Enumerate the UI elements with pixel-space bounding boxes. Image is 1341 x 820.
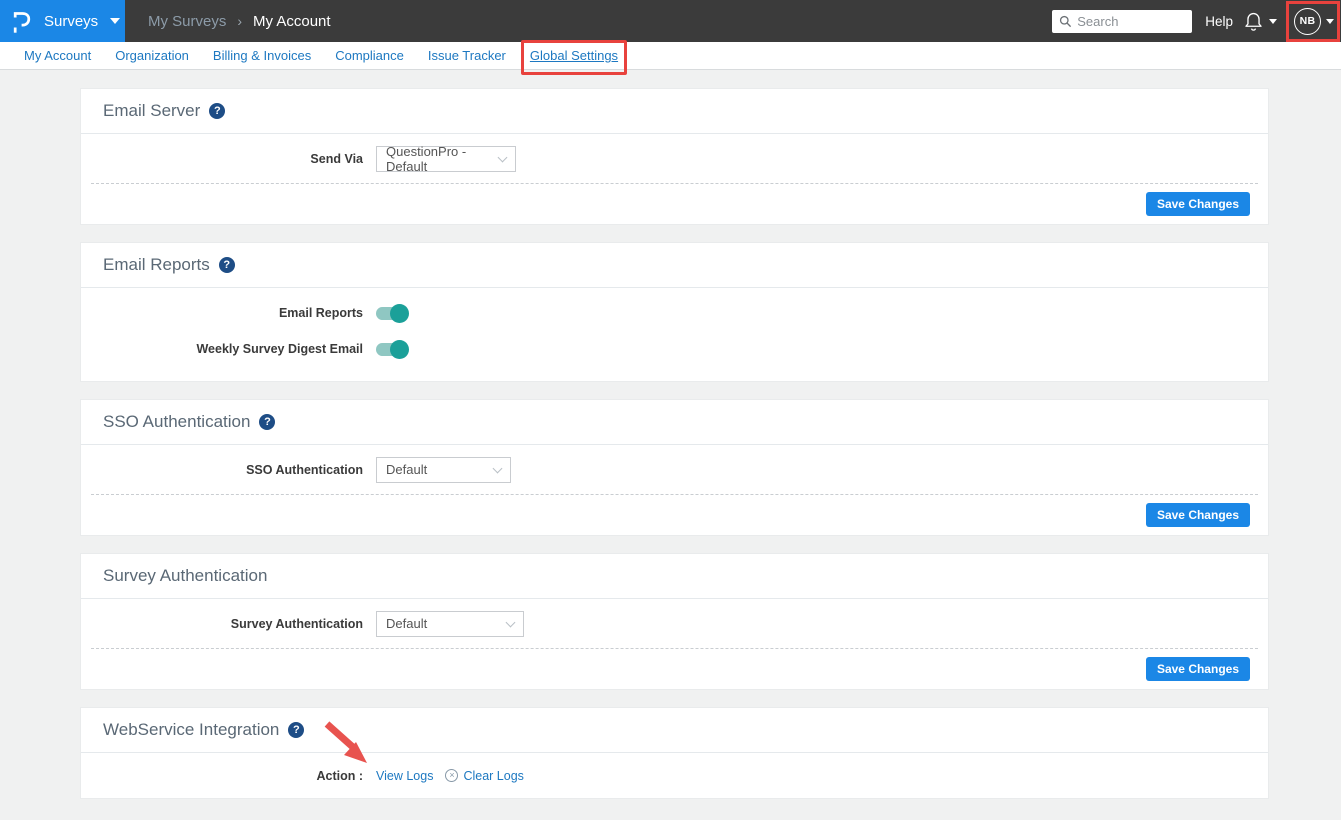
survey-auth-footer: Save Changes — [81, 649, 1268, 689]
sso-select-row: SSO Authentication Default — [81, 445, 1268, 494]
survey-auth-title-row: Survey Authentication — [81, 554, 1268, 599]
chevron-down-icon — [498, 152, 508, 162]
help-icon[interactable]: ? — [219, 257, 235, 273]
sso-select[interactable]: Default — [376, 457, 511, 483]
avatar[interactable]: NB — [1294, 8, 1321, 35]
view-logs-link[interactable]: View Logs — [376, 769, 433, 783]
email-reports-section: Email Reports ? Email Reports Weekly Sur… — [80, 242, 1269, 382]
survey-auth-label: Survey Authentication — [81, 617, 363, 631]
email-reports-toggle-row: Email Reports — [81, 295, 1268, 331]
email-reports-title-row: Email Reports ? — [81, 243, 1268, 288]
email-server-title-row: Email Server ? — [81, 89, 1268, 134]
search-input[interactable] — [1077, 14, 1185, 29]
weekly-digest-toggle-row: Weekly Survey Digest Email — [81, 331, 1268, 367]
help-icon[interactable]: ? — [288, 722, 304, 738]
tab-compliance[interactable]: Compliance — [335, 48, 404, 63]
survey-auth-select[interactable]: Default — [376, 611, 524, 637]
webservice-integration-section: WebService Integration ? Action : View L… — [80, 707, 1269, 799]
survey-authentication-section: Survey Authentication Survey Authenticat… — [80, 553, 1269, 690]
circle-x-icon: × — [445, 769, 458, 782]
webservice-title-row: WebService Integration ? — [81, 708, 1268, 753]
section-title: Survey Authentication — [103, 566, 267, 586]
section-title: Email Server — [103, 101, 200, 121]
tab-issue-tracker[interactable]: Issue Tracker — [428, 48, 506, 63]
chevron-down-icon — [1326, 19, 1334, 24]
weekly-digest-label: Weekly Survey Digest Email — [81, 342, 363, 356]
account-tabbar: My Account Organization Billing & Invoic… — [0, 42, 1341, 70]
email-server-section: Email Server ? Send Via QuestionPro - De… — [80, 88, 1269, 225]
section-title: WebService Integration — [103, 720, 279, 740]
email-server-footer: Save Changes — [81, 184, 1268, 224]
sso-label: SSO Authentication — [81, 463, 363, 477]
send-via-select[interactable]: QuestionPro - Default — [376, 146, 516, 172]
header-right-controls: Help NB — [1052, 1, 1341, 42]
sso-footer: Save Changes — [81, 495, 1268, 535]
sso-value: Default — [386, 462, 427, 477]
sso-title-row: SSO Authentication ? — [81, 400, 1268, 445]
tab-billing-invoices[interactable]: Billing & Invoices — [213, 48, 311, 63]
breadcrumb: My Surveys › My Account — [148, 13, 331, 30]
notifications-button[interactable] — [1244, 11, 1277, 32]
send-via-value: QuestionPro - Default — [386, 144, 487, 174]
clear-logs-label[interactable]: Clear Logs — [463, 769, 523, 783]
survey-auth-value: Default — [386, 616, 427, 631]
chevron-down-icon — [493, 463, 503, 473]
section-title: SSO Authentication — [103, 412, 250, 432]
section-title: Email Reports — [103, 255, 210, 275]
send-via-label: Send Via — [81, 152, 363, 166]
sso-authentication-section: SSO Authentication ? SSO Authentication … — [80, 399, 1269, 536]
avatar-red-annotation: NB — [1286, 1, 1340, 42]
tab-organization[interactable]: Organization — [115, 48, 189, 63]
tab-global-settings[interactable]: Global Settings — [530, 48, 618, 63]
weekly-digest-toggle[interactable] — [376, 343, 406, 356]
send-via-row: Send Via QuestionPro - Default — [81, 134, 1268, 183]
help-link[interactable]: Help — [1205, 14, 1233, 29]
top-header: Surveys My Surveys › My Account Help NB — [0, 0, 1341, 42]
help-icon[interactable]: ? — [259, 414, 275, 430]
chevron-down-icon — [506, 617, 516, 627]
survey-auth-select-row: Survey Authentication Default — [81, 599, 1268, 648]
clear-logs-link[interactable]: × Clear Logs — [445, 769, 523, 783]
chevron-down-icon — [1269, 19, 1277, 24]
email-reports-toggle[interactable] — [376, 307, 406, 320]
breadcrumb-separator-icon: › — [237, 13, 242, 29]
questionpro-logo-icon — [12, 9, 32, 34]
red-arrow-annotation — [319, 718, 377, 775]
chevron-down-icon — [110, 18, 120, 24]
tab-my-account[interactable]: My Account — [24, 48, 91, 63]
action-row: Action : View Logs × Clear Logs — [81, 753, 1268, 798]
search-box[interactable] — [1052, 10, 1192, 33]
bell-icon — [1244, 11, 1263, 32]
save-changes-button[interactable]: Save Changes — [1146, 657, 1250, 681]
save-changes-button[interactable]: Save Changes — [1146, 192, 1250, 216]
global-settings-page: Email Server ? Send Via QuestionPro - De… — [0, 70, 1341, 799]
tab-global-settings-label: Global Settings — [530, 48, 618, 63]
search-icon — [1059, 15, 1072, 28]
email-reports-label: Email Reports — [81, 306, 363, 320]
product-switcher[interactable]: Surveys — [0, 0, 125, 42]
breadcrumb-my-account: My Account — [253, 13, 331, 30]
app-label: Surveys — [44, 13, 98, 30]
help-icon[interactable]: ? — [209, 103, 225, 119]
save-changes-button[interactable]: Save Changes — [1146, 503, 1250, 527]
breadcrumb-my-surveys[interactable]: My Surveys — [148, 13, 226, 30]
